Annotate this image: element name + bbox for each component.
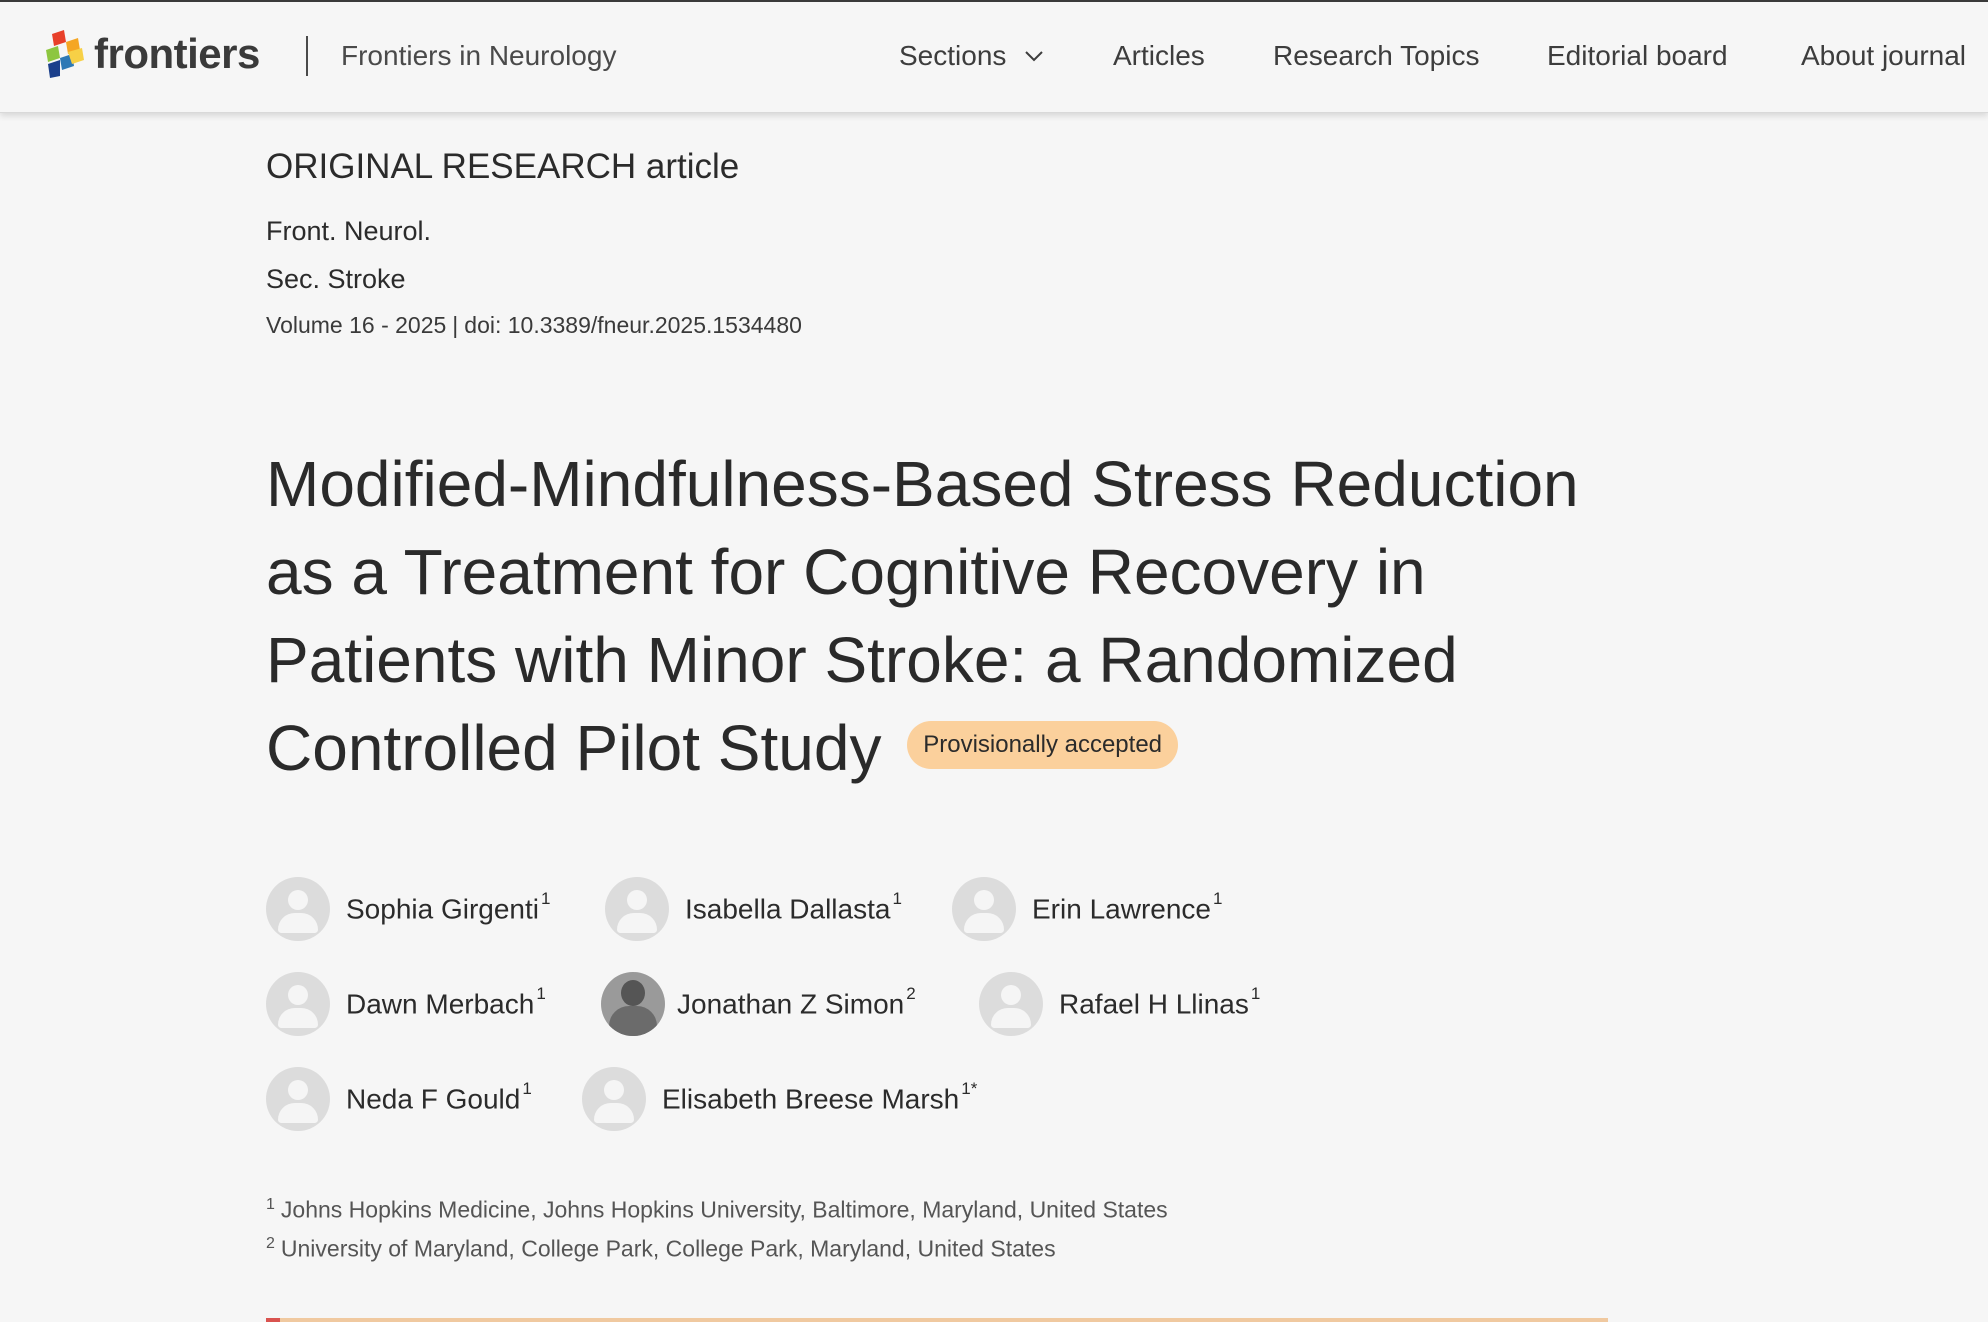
author-name: Elisabeth Breese Marsh 1* [662, 1078, 978, 1115]
frontiers-logo-icon [46, 30, 84, 78]
avatar-placeholder-icon [266, 1067, 330, 1131]
nav-research-topics[interactable]: Research Topics [1273, 40, 1479, 72]
nav-editorial-board[interactable]: Editorial board [1547, 40, 1728, 72]
chevron-down-icon [1025, 51, 1044, 62]
nav-sections-label: Sections [899, 40, 1007, 71]
author-item[interactable]: Jonathan Z Simon 2 [601, 972, 916, 1036]
author-name: Erin Lawrence 1 [1032, 888, 1223, 925]
journal-abbreviation: Front. Neurol. [266, 216, 432, 246]
nav-articles[interactable]: Articles [1113, 40, 1205, 72]
author-name: Isabella Dallasta 1 [685, 888, 902, 925]
avatar-placeholder-icon [605, 877, 669, 941]
avatar-placeholder-icon [266, 877, 330, 941]
header-divider [306, 36, 308, 76]
logo-wordmark: frontiers [94, 30, 260, 77]
affiliation-item: 2 University of Maryland, College Park, C… [266, 1234, 1056, 1262]
doi-link[interactable]: doi: 10.3389/fneur.2025.1534480 [464, 312, 802, 338]
author-name: Jonathan Z Simon 2 [677, 983, 916, 1020]
article-section[interactable]: Sec. Stroke [266, 264, 406, 295]
avatar-placeholder-icon [979, 972, 1043, 1036]
author-item[interactable]: Elisabeth Breese Marsh 1* [582, 1067, 977, 1131]
author-item[interactable]: Erin Lawrence 1 [952, 877, 1222, 941]
journal-name-link[interactable]: Frontiers in Neurology [341, 40, 616, 72]
author-name: Neda F Gould 1 [346, 1078, 532, 1115]
affiliation-item: 1 Johns Hopkins Medicine, Johns Hopkins U… [266, 1196, 1168, 1223]
frontiers-logo[interactable]: frontiers [44, 30, 260, 78]
volume-text: Volume 16 - 2025 [266, 312, 447, 338]
avatar-placeholder-icon [952, 877, 1016, 941]
author-item[interactable]: Isabella Dallasta 1 [605, 877, 902, 941]
author-item[interactable]: Sophia Girgenti 1 [266, 877, 550, 941]
author-name: Rafael H Llinas 1 [1059, 983, 1261, 1020]
author-item[interactable]: Rafael H Llinas 1 [979, 972, 1260, 1036]
section-divider [266, 1318, 1608, 1322]
top-navigation-bar: frontiers Frontiers in Neurology Section… [0, 0, 1988, 113]
volume-doi-line: Volume 16 - 2025 | doi: 10.3389/fneur.2025… [266, 312, 802, 338]
avatar-placeholder-icon [266, 972, 330, 1036]
author-item[interactable]: Neda F Gould 1 [266, 1067, 532, 1131]
article-type: ORIGINAL RESEARCH article [266, 147, 740, 186]
status-badge: Provisionally accepted [907, 721, 1179, 770]
avatar-placeholder-icon [582, 1067, 646, 1131]
author-item[interactable]: Dawn Merbach 1 [266, 972, 546, 1036]
affiliations: 1 Johns Hopkins Medicine, Johns Hopkins U… [266, 1188, 1168, 1265]
author-photo [601, 972, 665, 1036]
author-name: Sophia Girgenti 1 [346, 888, 551, 925]
nav-sections[interactable]: Sections [899, 40, 1044, 72]
author-name: Dawn Merbach 1 [346, 983, 546, 1020]
nav-about-journal[interactable]: About journal [1801, 40, 1966, 72]
article-title: Modified-Mindfulness-Based Stress Reduct… [266, 440, 1646, 792]
